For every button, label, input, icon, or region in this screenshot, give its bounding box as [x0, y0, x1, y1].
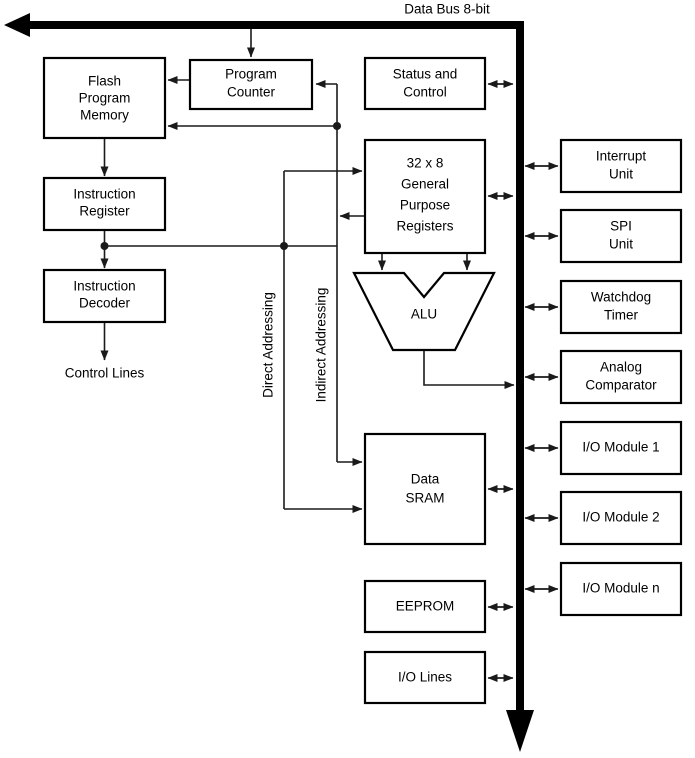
flash-program-memory-label-line3: Memory [80, 108, 129, 123]
instruction-register-label-line2: Register [79, 204, 130, 219]
io-module-2-label: I/O Module 2 [582, 510, 659, 525]
interrupt-unit-label-line1: Interrupt [596, 149, 647, 164]
analog-comparator-label-line1: Analog [600, 360, 642, 375]
interrupt-unit-label-line2: Unit [609, 167, 633, 182]
instruction-register-label-line1: Instruction [73, 187, 135, 202]
general-purpose-registers-label-line1: 32 x 8 [407, 156, 444, 171]
data-sram-label-line2: SRAM [405, 491, 444, 506]
architecture-block-diagram: Data Bus 8-bit Flash Program Memory Inst… [0, 0, 695, 758]
io-module-1-label: I/O Module 1 [582, 440, 659, 455]
program-counter-label-line1: Program [225, 67, 277, 82]
control-lines-label: Control Lines [65, 366, 145, 381]
alu-label: ALU [411, 307, 437, 322]
analog-comparator-label-line2: Comparator [585, 378, 657, 393]
wire-alu-to-bus [423, 351, 515, 389]
junction-dot-indirect-top [333, 122, 341, 130]
general-purpose-registers-label-line3: Purpose [400, 198, 450, 213]
instruction-decoder-label-line2: Decoder [79, 296, 131, 311]
instruction-decoder-label-line1: Instruction [73, 279, 135, 294]
spi-unit-label-line2: Unit [609, 237, 633, 252]
flash-program-memory-label-line2: Program [79, 91, 131, 106]
bus-title-label: Data Bus 8-bit [404, 2, 490, 17]
status-and-control-label-line2: Control [403, 85, 447, 100]
status-and-control-label-line1: Status and [393, 67, 458, 82]
watchdog-timer-label-line2: Timer [604, 308, 638, 323]
spi-unit-label-line1: SPI [610, 219, 632, 234]
data-bus-left-arrowhead [4, 13, 30, 37]
io-module-n-label: I/O Module n [582, 581, 659, 596]
general-purpose-registers-label-line4: Registers [396, 219, 453, 234]
general-purpose-registers-label-line2: General [401, 177, 449, 192]
block-data-sram [363, 432, 487, 546]
watchdog-timer-label-line1: Watchdog [591, 290, 651, 305]
flash-program-memory-label-line1: Flash [88, 74, 121, 89]
eeprom-label: EEPROM [396, 599, 455, 614]
direct-addressing-label: Direct Addressing [261, 292, 276, 398]
diagram-canvas: Data Bus 8-bit Flash Program Memory Inst… [4, 2, 683, 752]
io-lines-label: I/O Lines [398, 670, 452, 685]
data-sram-label-line1: Data [411, 472, 440, 487]
data-bus-bottom-arrowhead [506, 710, 534, 752]
program-counter-label-line2: Counter [227, 85, 276, 100]
indirect-addressing-label: Indirect Addressing [314, 288, 329, 403]
